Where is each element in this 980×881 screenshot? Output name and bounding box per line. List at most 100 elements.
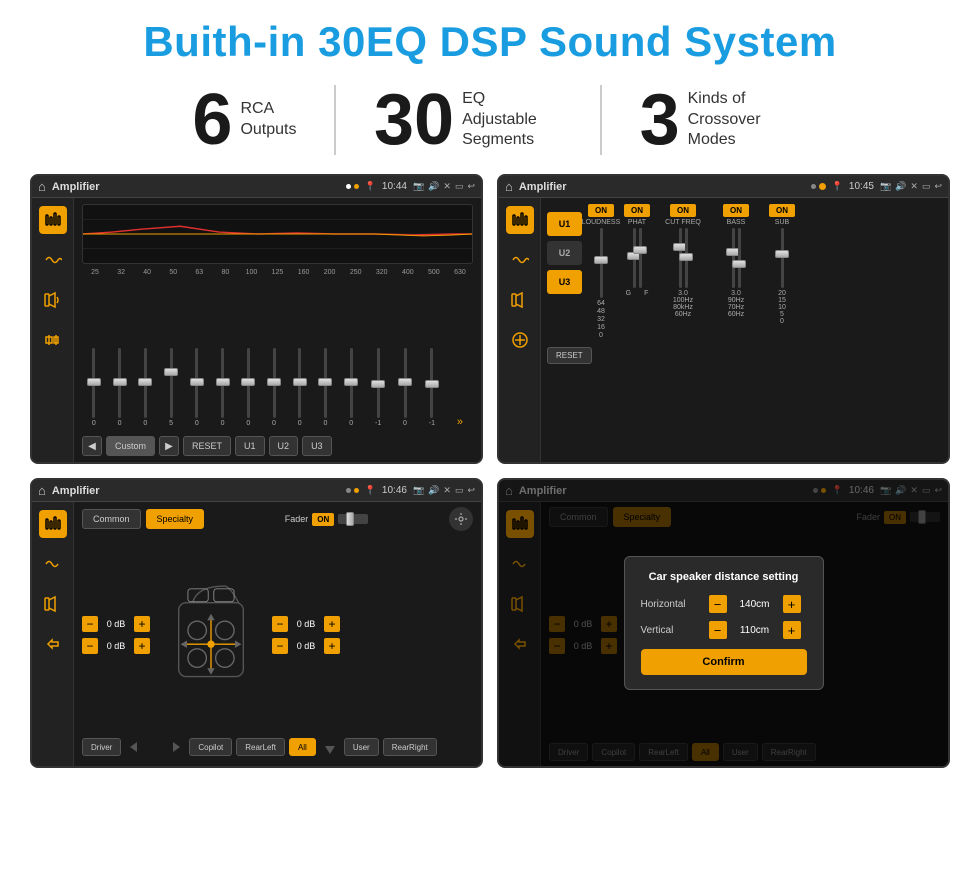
eq-slider-7[interactable]: 0 [246,348,250,428]
eq-slider-2[interactable]: 0 [118,348,122,428]
fader-on-btn[interactable]: ON [312,513,334,526]
bass-slider-1[interactable] [732,228,735,288]
btn-all[interactable]: All [289,738,316,756]
vol-icon-2: 🔊 [895,181,906,192]
vertical-plus[interactable]: + [783,621,801,639]
sidebar-wave-icon-2[interactable] [506,246,534,274]
home-icon-3: ⌂ [38,483,46,498]
horizontal-minus[interactable]: − [709,595,727,613]
preset-u1[interactable]: U1 [547,212,582,236]
eq-custom-btn[interactable]: Custom [106,436,155,456]
sub-toggle[interactable]: ON [769,204,795,217]
horizontal-plus[interactable]: + [783,595,801,613]
eq-slider-12[interactable]: -1 [375,348,381,428]
sidebar-vol-icon[interactable] [39,326,67,354]
preset-u3[interactable]: U3 [547,270,582,294]
phat-thumb-2 [633,246,647,254]
loudness-slider[interactable] [600,228,603,298]
settings-icon[interactable] [449,507,473,531]
eq-slider-4[interactable]: 5 [169,348,173,428]
eq-chevrons[interactable]: » [457,416,463,428]
eq-slider-11[interactable]: 0 [349,348,353,428]
eq-slider-14[interactable]: -1 [429,348,435,428]
right-volume-controls: − 0 dB + − 0 dB + [272,536,340,733]
vol4-minus[interactable]: − [272,638,288,654]
cutfreq-slider-2[interactable] [685,228,688,288]
sidebar-speaker-icon[interactable] [39,286,67,314]
status-dots-3 [346,488,359,493]
eq-u1-btn[interactable]: U1 [235,436,265,456]
tab-specialty[interactable]: Specialty [146,509,205,529]
freq-320: 320 [371,269,393,276]
loudness-toggle[interactable]: ON [588,204,614,217]
btn-rearleft[interactable]: RearLeft [236,738,285,756]
eq-slider-3[interactable]: 0 [143,348,147,428]
eq-sidebar [32,198,74,462]
vertical-minus[interactable]: − [709,621,727,639]
stat-rca-label: RCAOutputs [240,99,296,141]
vol1-plus[interactable]: + [134,616,150,632]
cutfreq-toggle[interactable]: ON [670,204,696,217]
eq-slider-5[interactable]: 0 [195,348,199,428]
sidebar-eq-icon-2[interactable] [506,206,534,234]
win-icon-2: ▭ [922,181,931,192]
sidebar-wave-icon[interactable] [39,246,67,274]
status-dots-2 [811,183,826,190]
sidebar-icon-3b[interactable] [39,550,67,578]
sidebar-eq-icon[interactable] [39,206,67,234]
eq-prev-btn[interactable]: ◀ [82,436,102,456]
eq-u3-btn[interactable]: U3 [302,436,332,456]
sidebar-icon-3d[interactable] [39,630,67,658]
sub-slider-1[interactable] [781,228,784,288]
phat-toggle[interactable]: ON [624,204,650,217]
eq-slider-8[interactable]: 0 [272,348,276,428]
preset-u2[interactable]: U2 [547,241,582,265]
eq-slider-6[interactable]: 0 [221,348,225,428]
btn-copilot[interactable]: Copilot [189,738,232,756]
btn-rearright[interactable]: RearRight [383,738,437,756]
vol3-plus[interactable]: + [324,616,340,632]
eq-u2-btn[interactable]: U2 [269,436,299,456]
eq-slider-13[interactable]: 0 [403,348,407,428]
eq-slider-1[interactable]: 0 [92,348,96,428]
eq-reset-btn[interactable]: RESET [183,436,231,456]
x-icon: ✕ [443,181,451,192]
sidebar-speaker-icon-2[interactable] [506,286,534,314]
slider-thumb [398,378,412,386]
phat-slider-1[interactable] [633,228,636,288]
vol2-minus[interactable]: − [82,638,98,654]
stat-crossover-number: 3 [640,84,680,156]
vol-row-1: − 0 dB + [82,616,150,632]
confirm-button[interactable]: Confirm [641,649,807,675]
vol-row-2: − 0 dB + [82,638,150,654]
fader-sidebar [32,502,74,766]
sidebar-vol-icon-2[interactable] [506,326,534,354]
eq-freq-labels: 25 32 40 50 63 80 100 125 160 200 250 32… [82,269,473,276]
car-arrow-area [125,738,185,761]
slider-thumb [344,378,358,386]
vol4-plus[interactable]: + [324,638,340,654]
tab-common[interactable]: Common [82,509,141,529]
fader-mini-slider[interactable] [338,514,368,524]
btn-driver[interactable]: Driver [82,738,121,756]
modal-overlay: Car speaker distance setting Horizontal … [499,480,948,766]
vol3-minus[interactable]: − [272,616,288,632]
bass-toggle[interactable]: ON [723,204,749,217]
crossover-reset-btn[interactable]: RESET [547,347,592,364]
eq-slider-9[interactable]: 0 [298,348,302,428]
sidebar-icon-3a[interactable] [39,510,67,538]
eq-slider-10[interactable]: 0 [324,348,328,428]
vol1-minus[interactable]: − [82,616,98,632]
bass-slider-2[interactable] [738,228,741,288]
screen-eq: ⌂ Amplifier 📍 10:44 📷 🔊 ✕ ▭ ↩ [30,174,483,464]
back-icon-2: ↩ [934,181,942,192]
eq-next-btn[interactable]: ▶ [159,436,179,456]
sidebar-icon-3c[interactable] [39,590,67,618]
crossover-status-bar: ⌂ Amplifier 📍 10:45 📷 🔊 ✕ ▭ ↩ [499,176,948,198]
phat-slider-2[interactable] [639,228,642,288]
btn-user[interactable]: User [344,738,379,756]
vol2-plus[interactable]: + [134,638,150,654]
freq-80: 80 [214,269,236,276]
slider-thumb [318,378,332,386]
eq-graph [82,204,473,264]
